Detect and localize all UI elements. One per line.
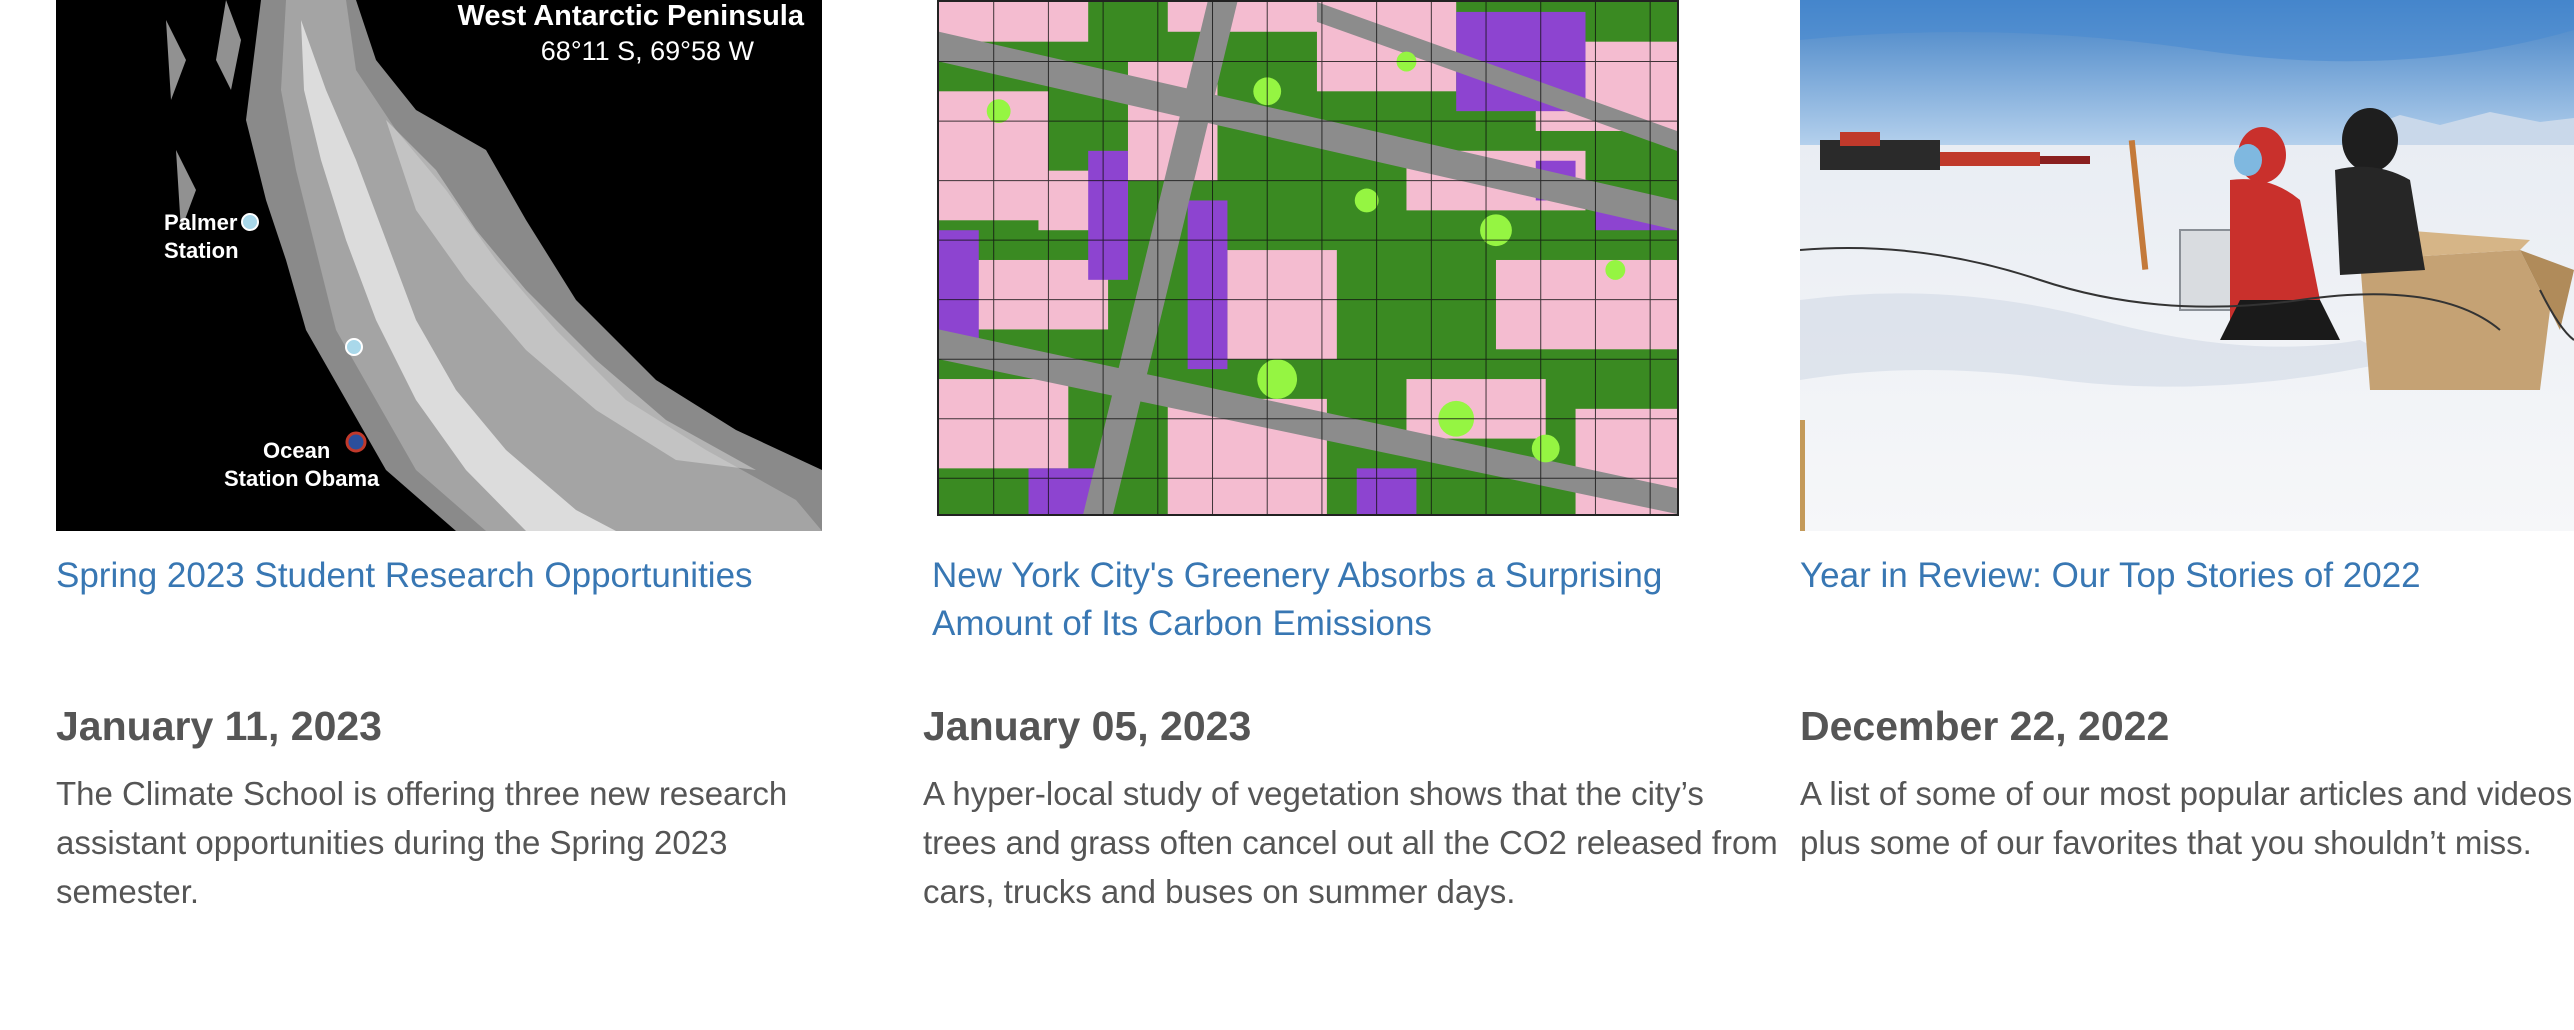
description-line: assistant opportunities during the Sprin… xyxy=(56,824,728,861)
story-thumbnail-3[interactable] xyxy=(1800,0,2574,531)
story-title-1[interactable]: Spring 2023 Student Research Opportuniti… xyxy=(56,552,753,600)
map-label-ocean: Ocean xyxy=(263,438,331,463)
story-title-line: Spring 2023 Student Research Opportuniti… xyxy=(56,556,753,595)
story-title-2[interactable]: New York City's Greenery Absorbs a Surpr… xyxy=(932,552,1662,648)
map-label-station-obama: Station Obama xyxy=(224,466,380,491)
story-description-2: A hyper-local study of vegetation shows … xyxy=(923,769,1778,916)
description-line: semester. xyxy=(56,873,200,910)
story-title-line: New York City's Greenery Absorbs a Surpr… xyxy=(932,556,1663,595)
story-thumbnail-1[interactable]: West Antarctic Peninsula 68°11 S, 69°58 … xyxy=(56,0,822,531)
antarctic-peninsula-map xyxy=(56,0,822,531)
description-line: A hyper-local study of vegetation shows … xyxy=(923,775,1704,812)
story-date-1: January 11, 2023 xyxy=(56,703,382,749)
story-title-line: Year in Review: Our Top Stories of 2022 xyxy=(1800,556,2421,595)
map-coordinates: 68°11 S, 69°58 W xyxy=(540,36,754,66)
description-line: plus some of our favorites that you shou… xyxy=(1800,824,2532,861)
description-line: trees and grass often cancel out all the… xyxy=(923,824,1778,861)
map-label-palmer: Palmer xyxy=(164,210,238,235)
story-thumbnail-2[interactable] xyxy=(937,0,1679,516)
antarctic-field-photo xyxy=(1800,0,2574,531)
story-description-3: A list of some of our most popular artic… xyxy=(1800,769,2574,867)
story-date-3: December 22, 2022 xyxy=(1800,703,2170,749)
map-label-station: Station xyxy=(164,238,239,263)
map-title: West Antarctic Peninsula xyxy=(457,0,805,32)
story-title-3[interactable]: Year in Review: Our Top Stories of 2022 xyxy=(1800,552,2421,600)
description-line: A list of some of our most popular artic… xyxy=(1800,775,2574,812)
story-date-2: January 05, 2023 xyxy=(923,703,1252,749)
description-line: cars, trucks and buses on summer days. xyxy=(923,873,1516,910)
nyc-land-cover-map xyxy=(939,2,1677,514)
description-line: The Climate School is offering three new… xyxy=(56,775,788,812)
story-description-1: The Climate School is offering three new… xyxy=(56,769,787,916)
story-title-line: Amount of Its Carbon Emissions xyxy=(932,604,1432,643)
